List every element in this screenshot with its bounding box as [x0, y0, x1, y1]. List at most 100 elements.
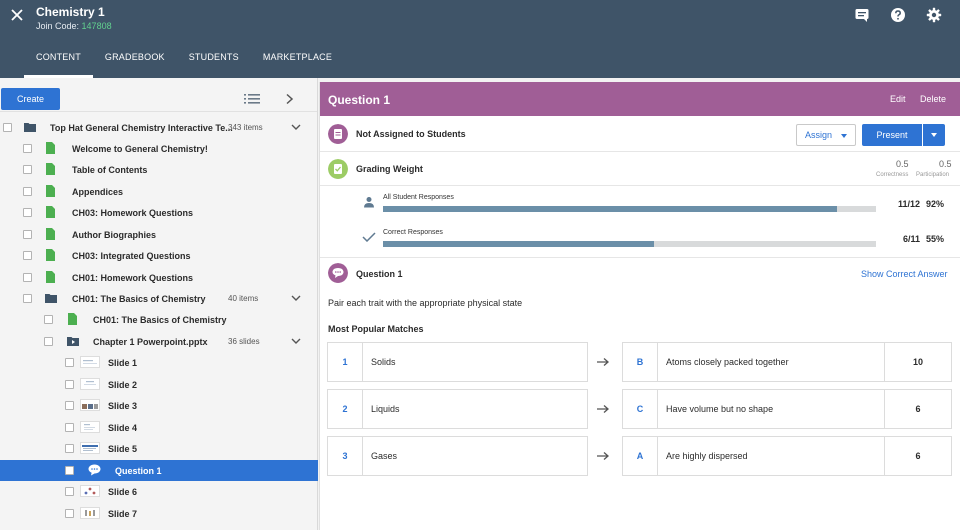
item-checkbox[interactable] — [65, 358, 74, 367]
item-checkbox[interactable] — [23, 294, 32, 303]
item-checkbox[interactable] — [44, 337, 53, 346]
match-left-item: Solids — [362, 342, 588, 382]
list-view-icon[interactable] — [244, 93, 260, 105]
tree-item-slide-3[interactable]: Slide 3 — [0, 395, 318, 416]
gear-icon[interactable] — [926, 7, 942, 23]
assign-dropdown[interactable]: Assign — [796, 124, 856, 146]
show-correct-answer-link[interactable]: Show Correct Answer — [861, 269, 948, 279]
chevron-right-icon[interactable] — [284, 93, 294, 105]
all-responses-label: All Student Responses — [383, 194, 454, 201]
close-icon[interactable] — [9, 7, 25, 23]
item-checkbox[interactable] — [23, 165, 32, 174]
all-responses-bar — [383, 206, 876, 212]
top-bar: Chemistry 1 Join Code: 147808 CONTENT GR… — [0, 0, 960, 78]
all-responses-count: 11/12 — [898, 199, 921, 209]
course-title: Chemistry 1 — [36, 5, 105, 19]
tree-item-ch01-folder[interactable]: CH01: The Basics of Chemistry 40 items — [0, 288, 318, 309]
tree-item-label: Appendices — [72, 186, 124, 197]
tab-marketplace[interactable]: MARKETPLACE — [251, 46, 344, 78]
match-right-item: Have volume but no shape — [657, 389, 885, 429]
tree-item-slide-2[interactable]: Slide 2 — [0, 374, 318, 395]
edit-button[interactable]: Edit — [890, 94, 906, 104]
slide-thumbnail — [80, 485, 100, 497]
item-checkbox[interactable] — [65, 487, 74, 496]
tab-students[interactable]: STUDENTS — [177, 46, 251, 78]
item-checkbox[interactable] — [23, 208, 32, 217]
tree-item-slide-7[interactable]: Slide 7 — [0, 503, 318, 524]
item-checkbox[interactable] — [65, 509, 74, 518]
item-checkbox[interactable] — [23, 144, 32, 153]
tree-item-top-hat-folder[interactable]: Top Hat General Chemistry Interactive Te… — [0, 117, 318, 138]
item-checkbox[interactable] — [3, 123, 12, 132]
assignment-status-icon — [328, 124, 348, 144]
item-checkbox[interactable] — [23, 251, 32, 260]
caret-down-icon — [841, 134, 847, 138]
tree-item-question-1[interactable]: Question 1 — [0, 460, 318, 481]
tree-item-powerpoint[interactable]: Chapter 1 Powerpoint.pptx 36 slides — [0, 331, 318, 352]
item-checkbox[interactable] — [23, 230, 32, 239]
chevron-down-icon[interactable] — [291, 123, 301, 131]
tree-item-ch03-homework[interactable]: CH03: Homework Questions — [0, 202, 318, 223]
tree-item-ch03-integrated[interactable]: CH03: Integrated Questions — [0, 245, 318, 266]
join-code-line: Join Code: 147808 — [36, 21, 112, 31]
checkmark-icon — [362, 232, 376, 242]
correct-responses-count: 6/11 — [903, 234, 921, 244]
correctness-weight: 0.5 — [896, 159, 909, 169]
delete-button[interactable]: Delete — [920, 94, 946, 104]
help-icon[interactable] — [890, 7, 906, 23]
slide-thumbnail — [80, 399, 100, 411]
tree-item-appendices[interactable]: Appendices — [0, 181, 318, 202]
item-checkbox[interactable] — [65, 401, 74, 410]
tree-item-label: Slide 2 — [108, 379, 138, 390]
chevron-down-icon[interactable] — [291, 294, 301, 302]
match-count: 10 — [884, 342, 952, 382]
match-number: 3 — [327, 436, 363, 476]
present-button[interactable]: Present — [862, 124, 922, 146]
document-icon — [46, 228, 55, 240]
match-count: 6 — [884, 436, 952, 476]
question-panel: Question 1 Edit Delete Not Assigned to S… — [319, 82, 960, 530]
tree-item-count: 343 items — [228, 123, 263, 132]
tree-item-label: Slide 1 — [108, 357, 138, 368]
match-left-item: Liquids — [362, 389, 588, 429]
tab-content[interactable]: CONTENT — [24, 46, 93, 78]
assignment-status: Not Assigned to Students — [356, 129, 466, 139]
chat-icon[interactable] — [854, 7, 870, 23]
document-icon — [46, 163, 55, 175]
slide-thumbnail — [80, 442, 100, 454]
tree-item-welcome[interactable]: Welcome to General Chemistry! — [0, 138, 318, 159]
tree-item-slide-5[interactable]: Slide 5 — [0, 438, 318, 459]
match-left-item: Gases — [362, 436, 588, 476]
present-options-button[interactable] — [923, 124, 945, 146]
slide-thumbnail — [80, 421, 100, 433]
correct-responses-percent: 55% — [926, 234, 945, 244]
match-count: 6 — [884, 389, 952, 429]
match-right-item: Atoms closely packed together — [657, 342, 885, 382]
tree-item-toc[interactable]: Table of Contents — [0, 159, 318, 180]
item-checkbox[interactable] — [44, 315, 53, 324]
item-checkbox[interactable] — [65, 444, 74, 453]
chevron-down-icon[interactable] — [291, 337, 301, 345]
tree-item-ch01-page[interactable]: CH01: The Basics of Chemistry — [0, 309, 318, 330]
tree-item-label: Slide 4 — [108, 422, 138, 433]
create-button[interactable]: Create — [1, 88, 60, 110]
grading-weight-icon — [328, 159, 348, 179]
item-checkbox[interactable] — [23, 273, 32, 282]
match-letter: C — [622, 389, 658, 429]
question-title: Question 1 — [328, 93, 391, 107]
tree-item-slide-1[interactable]: Slide 1 — [0, 352, 318, 373]
presentation-folder-icon — [67, 337, 79, 346]
question-header: Question 1 Edit Delete — [320, 82, 960, 116]
tree-item-author-bios[interactable]: Author Biographies — [0, 224, 318, 245]
item-checkbox[interactable] — [23, 187, 32, 196]
item-checkbox[interactable] — [65, 423, 74, 432]
item-checkbox[interactable] — [65, 466, 74, 475]
tree-item-slide-4[interactable]: Slide 4 — [0, 417, 318, 438]
tree-item-slide-6[interactable]: Slide 6 — [0, 481, 318, 502]
join-code: 147808 — [81, 21, 112, 31]
tree-item-ch01-homework[interactable]: CH01: Homework Questions — [0, 267, 318, 288]
tree-item-label: Welcome to General Chemistry! — [72, 143, 208, 154]
tab-gradebook[interactable]: GRADEBOOK — [93, 46, 177, 78]
tree-item-label: Top Hat General Chemistry Interactive Te… — [50, 122, 233, 133]
item-checkbox[interactable] — [65, 380, 74, 389]
